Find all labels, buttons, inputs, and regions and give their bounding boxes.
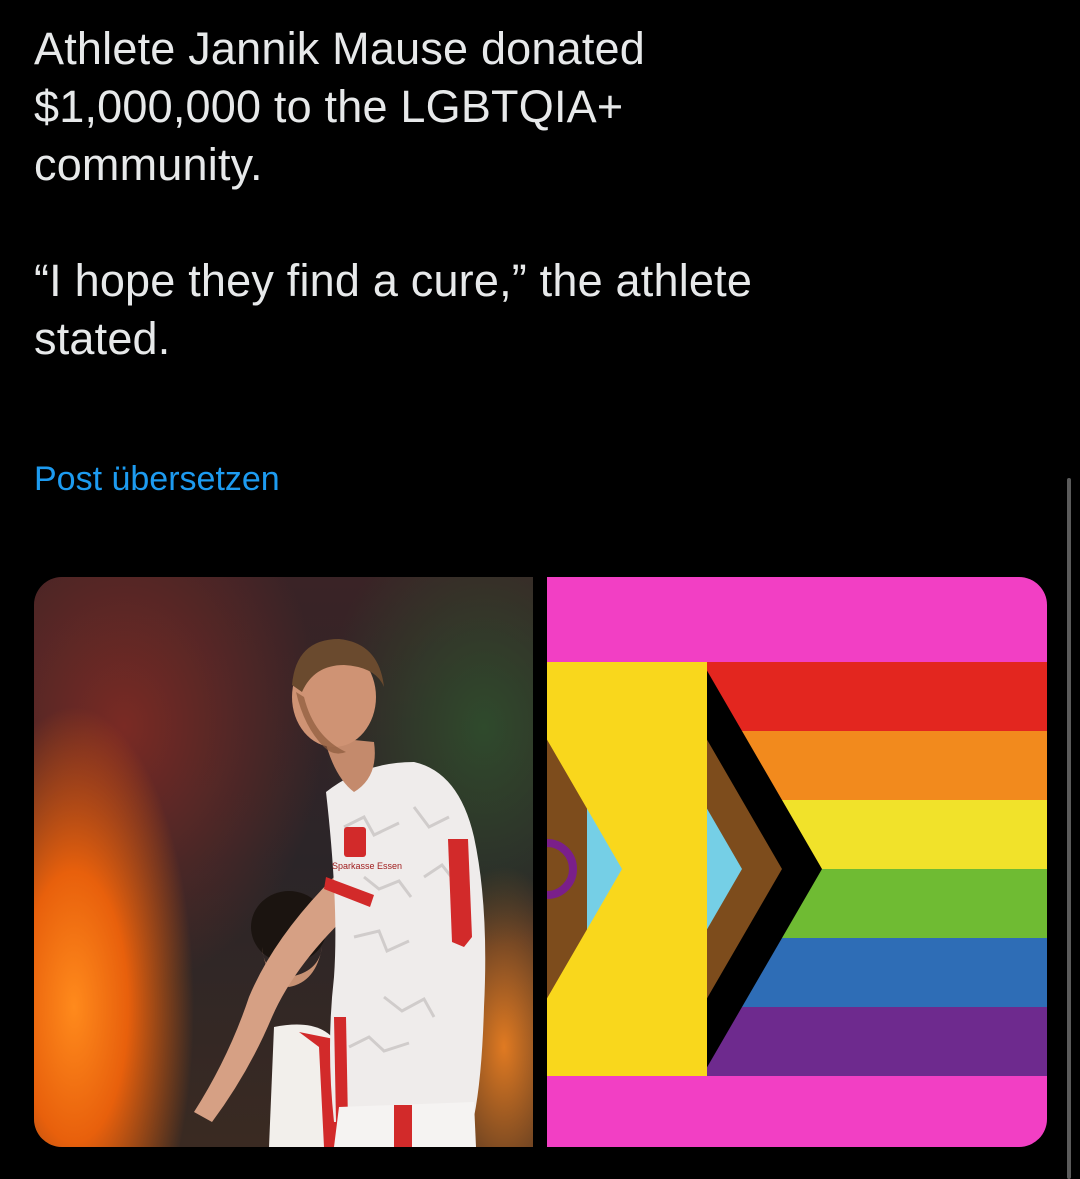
athlete-figure-illustration: Sparkasse Essen <box>194 639 486 1147</box>
translate-post-link[interactable]: Post übersetzen <box>34 456 280 502</box>
jersey-sponsor-text: Sparkasse Essen <box>332 861 402 871</box>
post-text: Athlete Jannik Mause donated $1,000,000 … <box>34 20 1034 368</box>
flag-illustration <box>547 577 1047 1147</box>
post-text-paragraph-1: Athlete Jannik Mause donated $1,000,000 … <box>34 23 646 190</box>
athlete-photo[interactable]: Sparkasse Essen <box>34 577 533 1147</box>
post-text-paragraph-2: “I hope they find a cure,” the athlete s… <box>34 255 753 364</box>
progress-pride-flag[interactable] <box>547 577 1047 1147</box>
scrollbar[interactable] <box>1067 478 1071 1179</box>
media-grid: Sparkasse Essen <box>34 577 1047 1147</box>
